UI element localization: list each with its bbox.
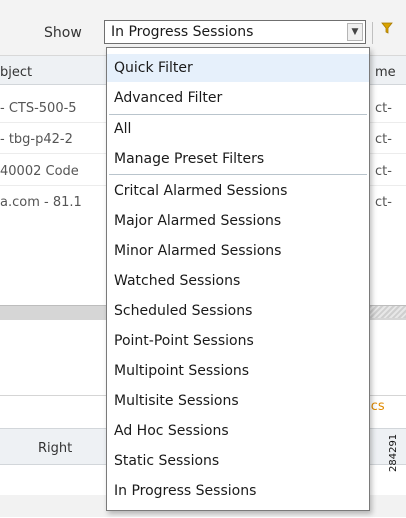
menu-item-minor-alarmed-sessions[interactable]: Minor Alarmed Sessions <box>107 237 369 265</box>
menu-item-manage-preset-filters[interactable]: Manage Preset Filters <box>107 145 369 173</box>
chevron-down-icon[interactable]: ▼ <box>347 23 363 41</box>
menu-item-advanced-filter[interactable]: Advanced Filter <box>107 84 369 112</box>
menu-item-all[interactable]: All <box>107 115 369 143</box>
table-cell-object[interactable]: a.com - 81.1 <box>0 195 82 210</box>
show-filter-select[interactable]: In Progress Sessions ▼ <box>104 20 366 44</box>
menu-item-quick-filter[interactable]: Quick Filter <box>107 54 369 82</box>
menu-item-multisite-sessions[interactable]: Multisite Sessions <box>107 387 369 415</box>
show-label: Show <box>44 25 82 41</box>
column-header-right[interactable]: Right <box>38 441 72 456</box>
menu-item-multipoint-sessions[interactable]: Multipoint Sessions <box>107 357 369 385</box>
table-cell-object[interactable]: - tbg-p42-2 <box>0 132 73 147</box>
figure-id: 284291 <box>388 433 399 472</box>
menu-item-scheduled-sessions[interactable]: Scheduled Sessions <box>107 297 369 325</box>
menu-item-static-sessions[interactable]: Static Sessions <box>107 447 369 475</box>
column-header-name[interactable]: me <box>375 65 396 80</box>
splitter-grip[interactable] <box>364 306 406 318</box>
column-header-object[interactable]: bject <box>0 65 32 80</box>
table-cell-object[interactable]: - CTS-500-5 <box>0 101 77 116</box>
menu-divider <box>109 174 367 175</box>
show-filter-dropdown: Quick Filter Advanced Filter All Manage … <box>106 47 370 511</box>
table-cell-name[interactable]: ct- <box>375 101 392 116</box>
funnel-icon[interactable] <box>381 22 393 37</box>
menu-item-point-point-sessions[interactable]: Point-Point Sessions <box>107 327 369 355</box>
table-cell-name[interactable]: ct- <box>375 195 392 210</box>
menu-item-in-progress-sessions[interactable]: In Progress Sessions <box>107 477 369 505</box>
menu-item-major-alarmed-sessions[interactable]: Major Alarmed Sessions <box>107 207 369 235</box>
table-cell-object[interactable]: 40002 Code <box>0 164 79 179</box>
table-cell-name[interactable]: ct- <box>375 132 392 147</box>
show-filter-value: In Progress Sessions <box>111 24 254 40</box>
table-cell-name[interactable]: ct- <box>375 164 392 179</box>
toolbar-separator <box>372 22 373 44</box>
menu-item-critical-alarmed-sessions[interactable]: Critcal Alarmed Sessions <box>107 177 369 205</box>
menu-item-watched-sessions[interactable]: Watched Sessions <box>107 267 369 295</box>
menu-item-ad-hoc-sessions[interactable]: Ad Hoc Sessions <box>107 417 369 445</box>
